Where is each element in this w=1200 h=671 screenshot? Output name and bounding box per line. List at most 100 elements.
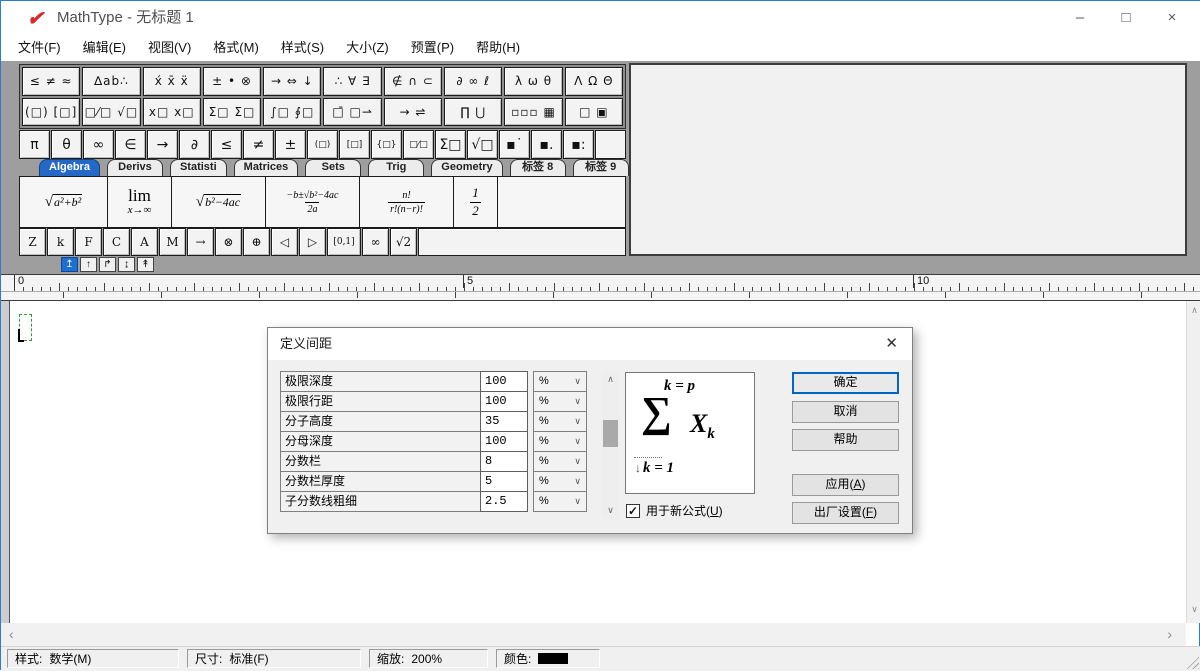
symbol-button-13[interactable]: □⁄□: [403, 130, 434, 159]
menu-item-1[interactable]: 文件(F): [7, 35, 72, 61]
ruler[interactable]: 0510: [1, 274, 1200, 301]
palette-button-r1-8[interactable]: ∂ ∞ ℓ: [444, 67, 502, 96]
list-scroll-up-icon[interactable]: ∧: [602, 374, 619, 385]
palette-button-r2-4[interactable]: Σ□ Σ□: [203, 98, 261, 127]
spacing-value-input[interactable]: 2.5: [480, 491, 528, 512]
template-button-6[interactable]: 12: [454, 177, 498, 227]
tabstop-button-3[interactable]: ↱: [99, 257, 116, 272]
unit-dropdown[interactable]: %∨: [533, 411, 587, 432]
spacing-value-input[interactable]: 100: [480, 391, 528, 412]
status-field-3[interactable]: 缩放:200%: [369, 649, 488, 668]
palette-button-r1-9[interactable]: λ ω θ: [504, 67, 562, 96]
chevron-down-icon[interactable]: ∨: [574, 492, 581, 511]
expression-button-10[interactable]: ◁: [271, 228, 298, 256]
expression-button-6[interactable]: M: [159, 228, 186, 256]
tabstop-button-2[interactable]: ↑: [80, 257, 97, 272]
symbol-button-8[interactable]: ≠: [243, 130, 274, 159]
list-scroll-thumb[interactable]: [603, 420, 618, 447]
spacing-value-input[interactable]: 35: [480, 411, 528, 432]
expression-button-12[interactable]: [0,1]: [327, 228, 361, 256]
chevron-down-icon[interactable]: ∨: [574, 372, 581, 391]
status-field-4[interactable]: 颜色:: [496, 649, 600, 668]
expression-button-13[interactable]: ∞: [362, 228, 389, 256]
unit-dropdown[interactable]: %∨: [533, 451, 587, 472]
tab-标签-9[interactable]: 标签 9: [573, 159, 629, 176]
tab-derivs[interactable]: Derivs: [107, 159, 163, 176]
apply-button[interactable]: 应用(A): [792, 474, 899, 496]
palette-button-r1-3[interactable]: x́ x̄ ẍ: [143, 67, 201, 96]
symbol-button-4[interactable]: ∈: [115, 130, 146, 159]
expression-button-3[interactable]: F: [75, 228, 102, 256]
symbol-button-10[interactable]: (□): [307, 130, 338, 159]
template-button-2[interactable]: limx→∞: [108, 177, 172, 227]
palette-button-r1-1[interactable]: ≤ ≠ ≈: [22, 67, 80, 96]
tab-trig[interactable]: Trig: [368, 159, 424, 176]
symbol-button-6[interactable]: ∂: [179, 130, 210, 159]
palette-button-r1-5[interactable]: → ⇔ ↓: [263, 67, 321, 96]
unit-dropdown[interactable]: %∨: [533, 431, 587, 452]
tab-geometry[interactable]: Geometry: [431, 159, 502, 176]
symbol-button-9[interactable]: ±: [275, 130, 306, 159]
tab-matrices[interactable]: Matrices: [234, 159, 299, 176]
chevron-down-icon[interactable]: ∨: [574, 452, 581, 471]
tab-statisti[interactable]: Statisti: [170, 159, 227, 176]
status-field-1[interactable]: 样式:数学(M): [7, 649, 179, 668]
chevron-down-icon[interactable]: ∨: [574, 412, 581, 431]
template-button-4[interactable]: −b±√b²−4ac2a: [266, 177, 360, 227]
palette-button-r2-3[interactable]: x□ x□: [143, 98, 201, 127]
symbol-button-2[interactable]: θ: [51, 130, 82, 159]
symbol-button-12[interactable]: {□}: [371, 130, 402, 159]
palette-button-r2-1[interactable]: (□) [□]: [22, 98, 80, 127]
spacing-value-input[interactable]: 100: [480, 431, 528, 452]
spacing-value-input[interactable]: 8: [480, 451, 528, 472]
factory-settings-button[interactable]: 出厂设置(F): [792, 502, 899, 524]
expression-button-8[interactable]: ⊗: [215, 228, 242, 256]
palette-button-r1-6[interactable]: ∴ ∀ ∃: [323, 67, 381, 96]
symbol-button-17[interactable]: ▪.: [531, 130, 562, 159]
horizontal-scrollbar[interactable]: ‹ ›: [1, 623, 1186, 646]
menu-item-4[interactable]: 格式(M): [202, 35, 270, 61]
expression-button-9[interactable]: ⊕: [243, 228, 270, 256]
tabstop-button-4[interactable]: ↨: [118, 257, 135, 272]
symbol-button-16[interactable]: ▪˙: [499, 130, 530, 159]
expression-button-7[interactable]: →: [187, 228, 214, 256]
status-field-2[interactable]: 尺寸:标准(F): [187, 649, 361, 668]
menu-item-3[interactable]: 视图(V): [137, 35, 202, 61]
expression-button-14[interactable]: √2: [390, 228, 417, 256]
palette-button-r2-9[interactable]: ▫▫▫ ▦: [504, 98, 562, 127]
scroll-left-icon[interactable]: ‹: [9, 623, 14, 646]
tab-标签-8[interactable]: 标签 8: [510, 159, 566, 176]
unit-dropdown[interactable]: %∨: [533, 471, 587, 492]
palette-button-r1-10[interactable]: Λ Ω Θ: [565, 67, 623, 96]
spacing-value-input[interactable]: 5: [480, 471, 528, 492]
chevron-down-icon[interactable]: ∨: [574, 472, 581, 491]
palette-button-r1-4[interactable]: ± • ⊗: [203, 67, 261, 96]
symbol-button-11[interactable]: [□]: [339, 130, 370, 159]
chevron-down-icon[interactable]: ∨: [574, 392, 581, 411]
scroll-down-icon[interactable]: ∨: [1187, 604, 1200, 615]
symbol-button-15[interactable]: √□: [467, 130, 498, 159]
expression-button-4[interactable]: C: [103, 228, 130, 256]
palette-button-r1-2[interactable]: ∆ab∴: [82, 67, 140, 96]
tabstop-button-1[interactable]: ↥: [61, 257, 78, 272]
scroll-right-icon[interactable]: ›: [1167, 623, 1172, 646]
unit-dropdown[interactable]: %∨: [533, 391, 587, 412]
empty-slot-cursor[interactable]: [19, 314, 32, 341]
symbol-button-1[interactable]: π: [19, 130, 50, 159]
vertical-scrollbar[interactable]: ∧ ∨: [1186, 301, 1200, 623]
close-button[interactable]: ×: [1149, 1, 1195, 35]
scroll-up-icon[interactable]: ∧: [1187, 305, 1200, 316]
symbol-button-7[interactable]: ≤: [211, 130, 242, 159]
symbol-button-18[interactable]: ▪:: [563, 130, 594, 159]
palette-button-r2-6[interactable]: □̄ □⇀: [323, 98, 381, 127]
symbol-button-3[interactable]: ∞: [83, 130, 114, 159]
maximize-button[interactable]: □: [1103, 1, 1149, 35]
palette-button-r2-7[interactable]: → ⇌: [384, 98, 442, 127]
spacing-value-input[interactable]: 100: [480, 371, 528, 392]
chevron-down-icon[interactable]: ∨: [574, 432, 581, 451]
color-swatch[interactable]: [538, 653, 568, 664]
template-button-5[interactable]: n!r!(n−r)!: [360, 177, 454, 227]
help-button[interactable]: 帮助: [792, 429, 899, 451]
symbol-button-14[interactable]: Σ□: [435, 130, 466, 159]
menu-item-7[interactable]: 预置(P): [400, 35, 465, 61]
